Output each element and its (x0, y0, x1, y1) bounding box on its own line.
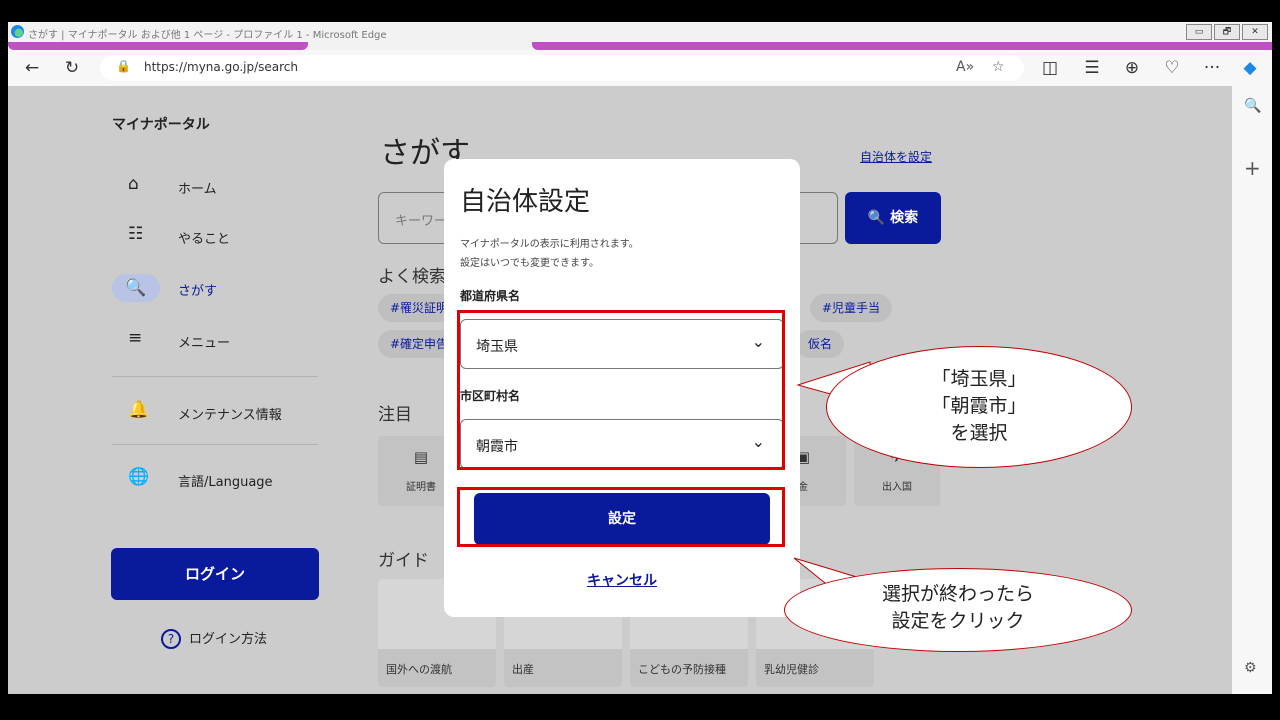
home-icon: ⌂ (128, 174, 139, 194)
prefecture-label: 都道府県名 (460, 289, 521, 303)
sidebar-divider (112, 444, 318, 445)
restore-button[interactable]: 🗗 (1214, 24, 1240, 40)
guide-label: 乳幼児健診 (764, 663, 819, 676)
menu-icon: ≡ (128, 328, 143, 348)
window-title: さがす | マイナポータル および他 1 ページ - プロファイル 1 - Mi… (28, 30, 387, 41)
url-text[interactable]: https://myna.go.jp/search (144, 60, 298, 74)
read-aloud-icon[interactable]: A» (956, 59, 974, 75)
favorites-icon[interactable]: ☰ (1082, 58, 1102, 78)
collections-icon[interactable]: ⊕ (1122, 58, 1142, 78)
sidebar-item-home[interactable]: ⌂ ホーム (112, 170, 318, 202)
side-add-icon[interactable]: + (1244, 156, 1261, 180)
side-search-icon[interactable]: 🔍 (1244, 98, 1261, 114)
login-help-label: ログイン方法 (189, 632, 268, 647)
category-label: 出入国 (882, 482, 912, 493)
edge-sidebar: 🔍 + ⚙ (1232, 86, 1272, 694)
tab-strip-right (532, 42, 1272, 50)
clipboard-icon: ☷ (128, 224, 144, 244)
site-brand[interactable]: マイナポータル (112, 114, 210, 134)
popular-heading: よく検索 (378, 267, 446, 287)
callout-bubble-click: 選択が終わったら 設定をクリック (784, 568, 1132, 652)
sidebar-item-menu[interactable]: ≡ メニュー (112, 324, 318, 356)
login-button[interactable]: ログイン (111, 548, 319, 600)
address-bar[interactable]: 🔒 https://myna.go.jp/search A» ☆ (100, 55, 1024, 81)
dialog-description-line: マイナポータルの表示に利用されます。 (460, 239, 639, 250)
title-bar: さがす | マイナポータル および他 1 ページ - プロファイル 1 - Mi… (8, 22, 1272, 42)
sidebar-item-label: ホーム (178, 182, 217, 197)
minimize-button[interactable]: ▭ (1186, 24, 1212, 40)
sidebar-item-label: やること (178, 232, 231, 247)
callout-bubble-select: 「埼玉県」 「朝霞市」 を選択 (826, 346, 1132, 468)
sidebar-item-label: さがす (178, 284, 218, 299)
bell-icon: 🔔 (128, 400, 150, 420)
back-icon[interactable]: ← (22, 58, 42, 78)
help-icon: ? (161, 629, 181, 649)
guide-label: 国外への渡航 (386, 663, 452, 676)
tab-strip (8, 42, 1272, 50)
guide-heading: ガイド (378, 551, 429, 571)
dialog-description-line: 設定はいつでも変更できます。 (460, 258, 599, 269)
favorite-star-icon[interactable]: ☆ (992, 59, 1005, 75)
tag-chip[interactable]: #児童手当 (810, 294, 893, 322)
select-highlight-box (457, 310, 785, 470)
button-highlight-box (457, 487, 785, 547)
login-help-link[interactable]: ? ログイン方法 (161, 628, 267, 649)
callout-text: を選択 (950, 422, 1008, 444)
tab-strip-left (8, 42, 308, 50)
copilot-icon[interactable]: ◆ (1240, 58, 1260, 78)
sidebar-item-search[interactable]: 🔍 さがす (112, 272, 318, 304)
sidebar-item-maintenance[interactable]: 🔔 メンテナンス情報 (112, 396, 318, 428)
split-screen-icon[interactable]: ◫ (1040, 58, 1060, 78)
guide-label: こどもの予防接種 (638, 663, 726, 676)
search-button[interactable]: 🔍 検索 (845, 192, 941, 244)
globe-icon: 🌐 (128, 467, 150, 487)
search-placeholder: キーワー (395, 214, 448, 229)
lock-icon[interactable]: 🔒 (116, 59, 131, 73)
callout-text: 設定をクリック (891, 610, 1025, 632)
guide-label: 出産 (512, 663, 534, 676)
side-settings-icon[interactable]: ⚙ (1244, 660, 1257, 676)
featured-heading: 注目 (378, 405, 412, 425)
sidebar-item-label: メニュー (178, 336, 231, 351)
address-bar-row: ← ↻ 🔒 https://myna.go.jp/search A» ☆ ◫ ☰… (8, 50, 1272, 86)
edge-logo-icon (11, 25, 24, 38)
sidebar-item-label: 言語/Language (178, 475, 273, 490)
search-icon: 🔍 (112, 274, 160, 302)
callout-text: 「埼玉県」 (931, 368, 1027, 390)
more-icon[interactable]: ··· (1202, 58, 1222, 78)
close-window-button[interactable]: ✕ (1242, 24, 1268, 40)
reload-icon[interactable]: ↻ (62, 58, 82, 78)
dialog-title: 自治体設定 (460, 187, 591, 217)
cancel-link[interactable]: キャンセル (444, 570, 800, 590)
sidebar-item-todo[interactable]: ☷ やること (112, 220, 318, 252)
performance-icon[interactable]: ♡ (1162, 58, 1182, 78)
dialog-description: マイナポータルの表示に利用されます。 設定はいつでも変更できます。 (460, 235, 639, 273)
sidebar-divider (112, 376, 318, 377)
set-municipality-link[interactable]: 自治体を設定 (860, 148, 932, 165)
sidebar-item-label: メンテナンス情報 (178, 408, 282, 423)
callout-text: 「朝霞市」 (931, 395, 1027, 417)
callout-text: 選択が終わったら (881, 583, 1034, 605)
sidebar-item-language[interactable]: 🌐 言語/Language (112, 463, 318, 495)
